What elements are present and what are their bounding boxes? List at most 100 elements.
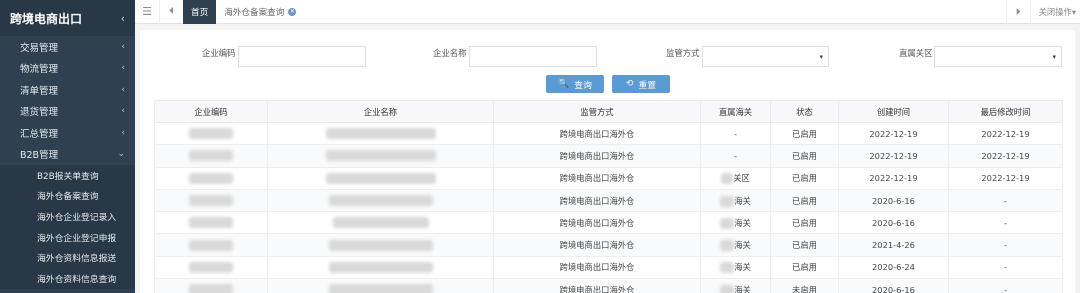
caret-down-icon: ▾: [1071, 7, 1076, 17]
redacted-text: [720, 195, 735, 207]
chevron-down-icon: ▾: [819, 53, 823, 61]
sidebar-subitem-overseas-registration-declare[interactable]: 海外仓企业登记申报: [0, 227, 135, 248]
company-name-label: 企业名称: [433, 48, 467, 58]
chevron-left-icon: ‹: [121, 106, 125, 117]
query-button[interactable]: 🔍 查询: [546, 75, 604, 93]
modified-cell: -: [948, 278, 1063, 293]
company-name-input[interactable]: [469, 46, 597, 67]
redacted-text: [189, 217, 233, 229]
column-header-customs[interactable]: 直属海关: [700, 100, 771, 123]
customs-cell: 海关: [700, 233, 771, 257]
supervision-mode-cell: 跨境电商出口海外仓: [493, 233, 701, 257]
sidebar-item-manifest[interactable]: 清单管理 ‹: [0, 79, 135, 101]
customs-area-select[interactable]: ▾: [934, 46, 1062, 67]
company-code-input[interactable]: [238, 46, 366, 67]
customs-area-label: 直属关区: [899, 48, 933, 58]
table-row[interactable]: 跨境电商出口海外仓 海关 已启用 2021-4-26 -: [154, 233, 1063, 257]
company-code-cell: [154, 278, 268, 293]
company-name-cell: [267, 255, 494, 280]
redacted-text: [189, 284, 233, 293]
menu-toggle-icon[interactable]: ☰: [135, 0, 159, 24]
column-header-status[interactable]: 状态: [770, 100, 839, 123]
tab-home[interactable]: 首页: [183, 0, 217, 24]
sidebar-item-logistics[interactable]: 物流管理 ‹: [0, 58, 135, 80]
app-title: 跨境电商出口: [10, 11, 83, 26]
status-cell: 已启用: [770, 188, 839, 213]
column-header-modified[interactable]: 最后修改时间: [948, 100, 1063, 123]
company-code-cell: [154, 211, 268, 235]
table-row[interactable]: 跨境电商出口海外仓 - 已启用 2022-12-19 2022-12-19: [154, 144, 1063, 168]
company-name-cell: [267, 121, 494, 146]
table-row[interactable]: 跨境电商出口海外仓 海关 已启用 2020-6-16 -: [154, 211, 1063, 235]
sidebar-subitem-overseas-registration-entry[interactable]: 海外仓企业登记录入: [0, 206, 135, 227]
company-code-cell: [154, 255, 268, 280]
redacted-text: [325, 172, 436, 184]
tab-bar-right: ⏵ 关闭操作 ▾: [1005, 0, 1080, 24]
customs-cell: -: [700, 121, 771, 146]
column-header-supervision-mode[interactable]: 监管方式: [493, 100, 701, 123]
close-operations-dropdown[interactable]: 关闭操作 ▾: [1029, 0, 1080, 24]
column-header-company-code[interactable]: 企业编码: [154, 100, 268, 123]
content-panel: 企业编码 企业名称 监管方式 ▾ 直属关区 ▾ 🔍 查询 ⟲ 重置 企业编码 企业名…: [140, 30, 1075, 293]
sidebar-item-b2b[interactable]: B2B管理 ⌄: [0, 144, 135, 166]
sidebar-subitem-b2b-declaration[interactable]: B2B报关单查询: [0, 165, 135, 186]
tab-bar: ☰ ⏴ 首页 海外仓备案查询 ✕ ⏵ 关闭操作 ▾: [135, 0, 1080, 24]
redacted-text: [189, 128, 233, 140]
supervision-mode-cell: 跨境电商出口海外仓: [493, 211, 701, 235]
column-header-created[interactable]: 创建时间: [838, 100, 949, 123]
redacted-text: [328, 239, 433, 251]
modified-cell: -: [948, 188, 1063, 213]
sidebar-subitem-overseas-info-submit[interactable]: 海外仓资料信息报送: [0, 247, 135, 268]
redacted-text: [189, 261, 233, 273]
customs-cell: 海关: [700, 211, 771, 235]
redacted-text: [328, 284, 433, 293]
sidebar-subitem-overseas-record-query[interactable]: 海外仓备案查询: [0, 186, 135, 207]
tab-scroll-right-icon[interactable]: ⏵: [1005, 0, 1030, 24]
sidebar-item-trade[interactable]: 交易管理 ‹: [0, 36, 135, 58]
chevron-left-icon: ‹: [121, 63, 125, 74]
results-table: 企业编码 企业名称 监管方式 直属海关 状态 创建时间 最后修改时间 跨境电商出…: [154, 100, 1063, 293]
close-tab-icon[interactable]: ✕: [288, 7, 297, 16]
table-row[interactable]: 跨境电商出口海外仓 关区 已启用 2022-12-19 2022-12-19: [154, 166, 1063, 190]
sidebar-brand: 跨境电商出口 ‹: [0, 0, 135, 36]
column-header-company-name[interactable]: 企业名称: [267, 100, 494, 123]
chevron-left-icon: ‹: [121, 41, 125, 52]
redacted-text: [328, 195, 433, 207]
sidebar-item-summary[interactable]: 汇总管理 ‹: [0, 122, 135, 144]
supervision-mode-cell: 跨境电商出口海外仓: [493, 278, 701, 293]
table-row[interactable]: 跨境电商出口海外仓 海关 未启用 2020-6-16 -: [154, 278, 1063, 293]
tab-overseas-record-query[interactable]: 海外仓备案查询 ✕: [216, 0, 304, 24]
modified-cell: -: [948, 211, 1063, 235]
table-row[interactable]: 跨境电商出口海外仓 - 已启用 2022-12-19 2022-12-19: [154, 121, 1063, 146]
created-cell: 2021-4-26: [838, 233, 949, 257]
sidebar-item-returns[interactable]: 退货管理 ‹: [0, 101, 135, 123]
supervision-mode-select[interactable]: ▾: [702, 46, 829, 67]
reset-icon: ⟲: [625, 79, 634, 89]
redacted-text: [328, 261, 433, 273]
company-name-cell: [267, 278, 494, 293]
table-row[interactable]: 跨境电商出口海外仓 海关 已启用 2020-6-24 -: [154, 255, 1063, 280]
created-cell: 2022-12-19: [838, 121, 949, 146]
company-name-cell: [267, 233, 494, 257]
table-header-row: 企业编码 企业名称 监管方式 直属海关 状态 创建时间 最后修改时间: [154, 100, 1063, 123]
search-icon: 🔍: [558, 79, 570, 89]
table-row[interactable]: 跨境电商出口海外仓 海关 已启用 2020-6-16 -: [154, 188, 1063, 213]
company-code-cell: [154, 121, 268, 146]
sidebar-menu: 交易管理 ‹ 物流管理 ‹ 清单管理 ‹ 退货管理 ‹ 汇总管理 ‹ B2B管理 ⌄ B2B…: [0, 36, 135, 289]
supervision-mode-cell: 跨境电商出口海外仓: [493, 121, 701, 146]
company-name-cell: [267, 144, 494, 168]
modified-cell: -: [948, 233, 1063, 257]
created-cell: 2020-6-16: [838, 278, 949, 293]
reset-button[interactable]: ⟲ 重置: [612, 75, 670, 93]
redacted-text: [720, 284, 735, 293]
sidebar-subitem-overseas-info-query[interactable]: 海外仓资料信息查询: [0, 268, 135, 289]
chevron-down-icon: ⌄: [117, 149, 125, 160]
tab-scroll-left-icon[interactable]: ⏴: [159, 0, 183, 24]
modified-cell: 2022-12-19: [948, 166, 1063, 190]
supervision-mode-cell: 跨境电商出口海外仓: [493, 255, 701, 280]
modified-cell: -: [948, 255, 1063, 280]
collapse-sidebar-icon[interactable]: ‹: [121, 12, 125, 25]
redacted-text: [720, 240, 735, 252]
company-code-cell: [154, 233, 268, 257]
customs-cell: 海关: [700, 255, 771, 280]
